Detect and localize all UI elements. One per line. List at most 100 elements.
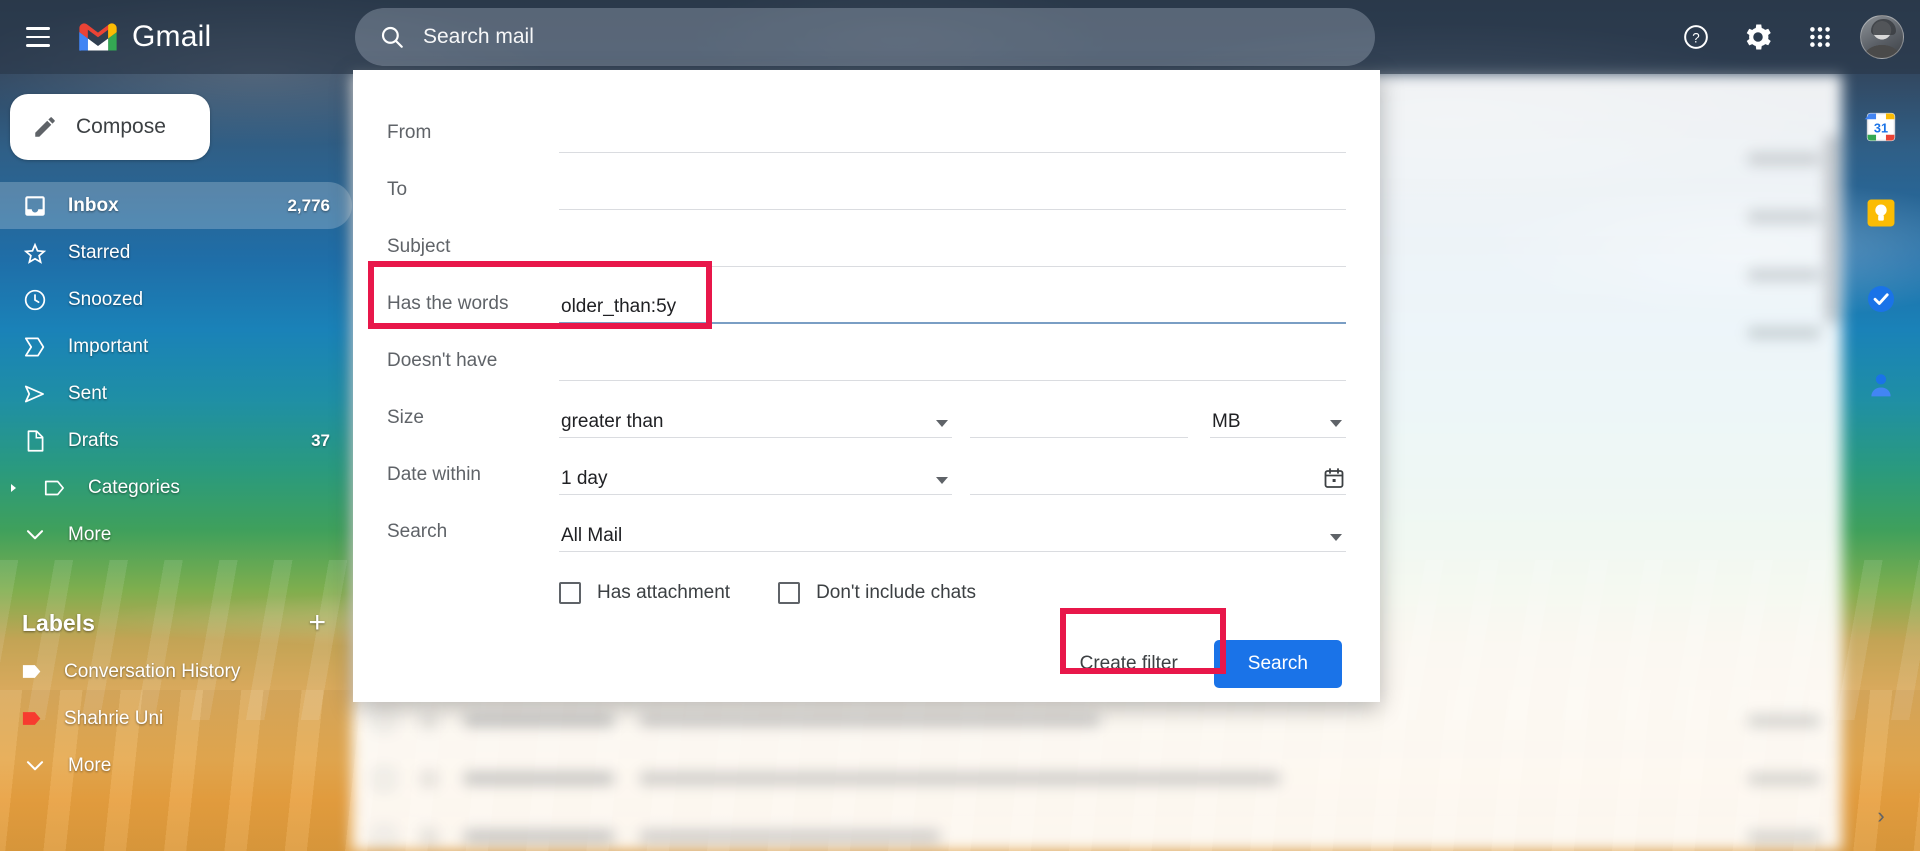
has-attachment-checkbox[interactable] xyxy=(559,582,581,604)
field-row-size: Size greater than MB xyxy=(387,381,1346,438)
row-date xyxy=(1748,830,1820,843)
labels-title: Labels xyxy=(22,609,95,636)
calendar-icon[interactable] xyxy=(1322,466,1346,490)
search-bar[interactable]: Search mail xyxy=(355,8,1375,66)
field-row-subject: Subject xyxy=(387,210,1346,267)
row-sender xyxy=(464,830,614,843)
has-attachment-label: Has attachment xyxy=(597,582,731,603)
compose-button[interactable]: Compose xyxy=(10,94,210,160)
labels-section-header: Labels + xyxy=(0,598,352,648)
to-input[interactable] xyxy=(559,180,1346,210)
side-apps-rail: 31 › xyxy=(1842,74,1920,851)
expand-arrow-icon[interactable] xyxy=(4,483,22,493)
chevron-down-icon xyxy=(936,420,948,427)
sidebar-item-label: Drafts xyxy=(68,429,119,451)
svg-text:31: 31 xyxy=(1874,121,1888,136)
google-contacts-icon[interactable] xyxy=(1864,368,1898,402)
chevron-down-icon xyxy=(1330,534,1342,541)
search-icon xyxy=(381,26,403,48)
mail-list-scrollbar[interactable] xyxy=(1826,134,1838,324)
sidebar-item-categories[interactable]: Categories xyxy=(0,464,352,511)
apps-grid-icon[interactable] xyxy=(1798,15,1842,59)
compose-label: Compose xyxy=(76,115,166,138)
search-button[interactable]: Search xyxy=(1213,640,1342,688)
from-value xyxy=(559,148,561,152)
sidebar-labels-more[interactable]: More xyxy=(0,742,352,789)
chevron-right-icon[interactable]: › xyxy=(1877,803,1884,829)
dont-include-chats-label: Don't include chats xyxy=(816,582,977,603)
clock-icon xyxy=(24,289,46,310)
has-the-words-input[interactable]: older_than:5y xyxy=(559,294,1346,324)
dont-include-chats-checkbox[interactable] xyxy=(778,582,801,604)
row-subject xyxy=(640,772,1280,785)
help-circle-icon[interactable]: ? xyxy=(1674,15,1718,59)
gmail-logo-icon xyxy=(79,23,117,51)
sidebar-item-starred[interactable]: Starred xyxy=(0,229,352,276)
gear-icon[interactable] xyxy=(1736,15,1780,59)
sidebar-item-drafts[interactable]: Drafts 37 xyxy=(0,417,352,464)
tag-icon xyxy=(44,480,64,495)
doesnt-have-value xyxy=(559,376,561,380)
google-keep-icon[interactable] xyxy=(1864,196,1898,230)
row-sender xyxy=(464,772,614,785)
header-actions: ? xyxy=(1674,8,1904,66)
panel-button-row: Create filter Search xyxy=(387,640,1346,688)
search-scope-value: All Mail xyxy=(561,525,623,546)
date-within-value: 1 day xyxy=(561,468,608,489)
sidebar-item-count: 37 xyxy=(311,430,330,450)
size-operator-select[interactable]: greater than xyxy=(559,408,952,438)
row-date xyxy=(1748,714,1820,727)
inbox-icon xyxy=(25,195,45,216)
sidebar-item-label: Sent xyxy=(68,382,108,404)
field-row-date-within: Date within 1 day xyxy=(387,438,1346,495)
tag-icon xyxy=(22,665,41,678)
row-date xyxy=(1748,772,1820,785)
doesnt-have-input[interactable] xyxy=(559,351,1346,381)
avatar[interactable] xyxy=(1860,15,1904,59)
sidebar-item-count: 2,776 xyxy=(287,195,330,215)
subject-input[interactable] xyxy=(559,237,1346,267)
sidebar-label-conversation-history[interactable]: Conversation History xyxy=(0,648,352,695)
size-unit-select[interactable]: MB xyxy=(1210,408,1346,438)
date-value-input[interactable] xyxy=(970,465,1346,495)
star-icon xyxy=(23,242,47,264)
create-filter-button[interactable]: Create filter xyxy=(1058,641,1200,687)
chevron-down-icon xyxy=(1330,420,1342,427)
google-calendar-icon[interactable]: 31 xyxy=(1864,110,1898,144)
hamburger-menu-icon[interactable] xyxy=(14,13,62,61)
sidebar-item-label: More xyxy=(68,523,112,545)
sidebar-label-text: More xyxy=(68,754,112,776)
has-the-words-label: Has the words xyxy=(387,293,509,314)
row-subject xyxy=(640,830,940,843)
row-checkbox xyxy=(374,768,394,789)
sidebar-item-more[interactable]: More xyxy=(0,511,352,558)
size-unit-value: MB xyxy=(1212,411,1241,432)
google-tasks-icon[interactable] xyxy=(1864,282,1898,316)
sidebar-nav-list: Inbox 2,776 Starred Snoozed Important Se… xyxy=(0,182,352,558)
field-row-to: To xyxy=(387,153,1346,210)
date-within-select[interactable]: 1 day xyxy=(559,465,952,495)
draft-icon xyxy=(27,429,44,452)
add-label-button[interactable]: + xyxy=(308,608,326,638)
has-the-words-value: older_than:5y xyxy=(561,296,677,317)
sidebar: Compose Inbox 2,776 Starred Snoozed Impo… xyxy=(0,74,352,851)
sidebar-item-label: Starred xyxy=(68,241,131,263)
row-date xyxy=(1748,152,1820,165)
search-input[interactable]: Search mail xyxy=(423,25,534,49)
row-checkbox xyxy=(374,826,394,847)
sidebar-item-important[interactable]: Important xyxy=(0,323,352,370)
subject-label: Subject xyxy=(387,236,451,257)
gmail-app-window: Compose Inbox 2,776 Starred Snoozed Impo… xyxy=(0,0,1920,851)
size-label: Size xyxy=(387,407,424,428)
sidebar-item-inbox[interactable]: Inbox 2,776 xyxy=(0,182,352,229)
tag-icon xyxy=(22,712,41,725)
pencil-icon xyxy=(35,117,55,137)
chevron-down-icon xyxy=(936,477,948,484)
search-scope-select[interactable]: All Mail xyxy=(559,522,1346,552)
sidebar-item-snoozed[interactable]: Snoozed xyxy=(0,276,352,323)
from-input[interactable] xyxy=(559,123,1346,153)
size-amount-input[interactable] xyxy=(970,408,1188,438)
sidebar-label-text: Conversation History xyxy=(64,660,241,682)
sidebar-item-sent[interactable]: Sent xyxy=(0,370,352,417)
sidebar-label-shahrie-uni[interactable]: Shahrie Uni xyxy=(0,695,352,742)
